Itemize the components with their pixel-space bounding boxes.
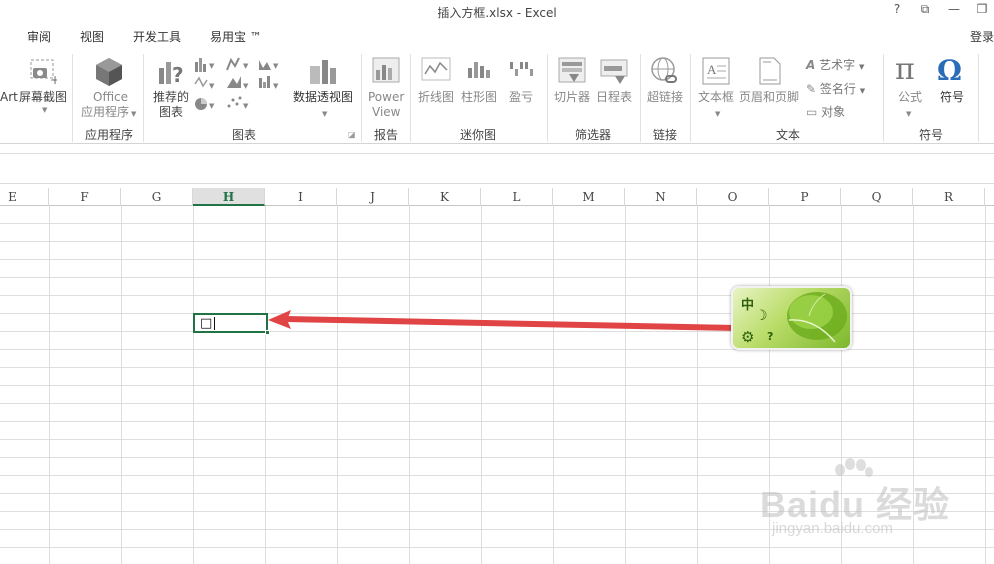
gear-icon[interactable]: ⚙ — [741, 328, 754, 346]
leaf-icon — [787, 292, 847, 343]
watermark-url: jingyan.baidu.com — [772, 520, 893, 537]
crescent-moon-icon[interactable]: ☽ — [755, 308, 768, 324]
baidu-watermark: Baidu 经验 jingyan.baidu.com — [760, 458, 950, 548]
ime-mode-indicator[interactable]: 中 — [741, 294, 754, 313]
help-icon[interactable]: ? — [767, 330, 773, 343]
excel-window: 插入方框.xlsx - Excel ? ⧉ — ❐ 审阅 视图 开发工具 易用宝… — [0, 0, 994, 564]
ime-toolbar[interactable]: 中 ☽ ⚙ ? — [731, 286, 852, 350]
